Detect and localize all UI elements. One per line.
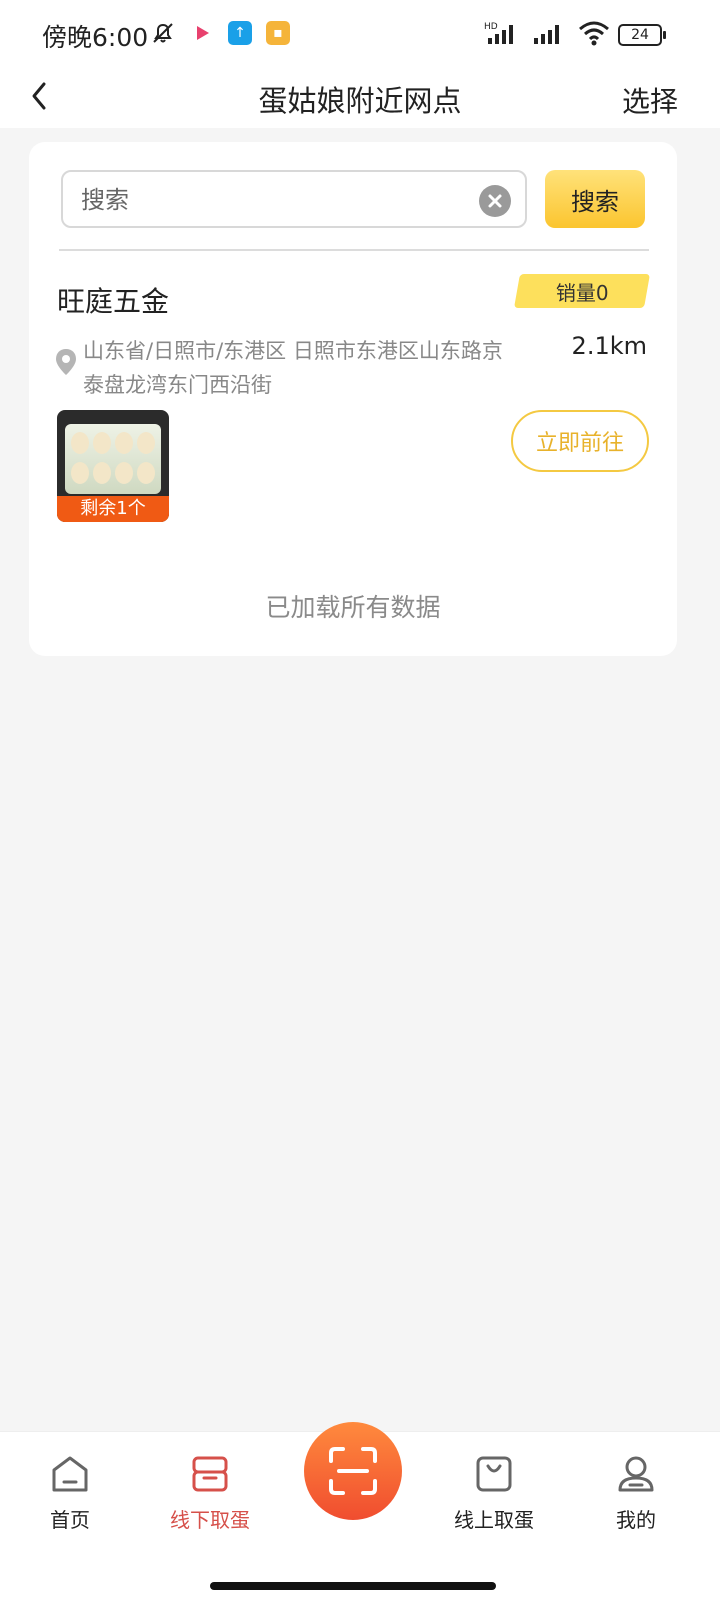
nav-online-label: 线上取蛋 <box>454 1508 534 1532</box>
nav-online-pickup[interactable]: 线上取蛋 <box>434 1452 554 1533</box>
battery-icon: 24 <box>618 24 666 46</box>
remaining-stock-label: 剩余1个 <box>57 496 169 522</box>
scan-button[interactable] <box>304 1422 402 1520</box>
header: 蛋姑娘附近网点 选择 <box>0 70 720 128</box>
nav-home[interactable]: 首页 <box>10 1452 130 1533</box>
home-indicator[interactable] <box>210 1582 496 1590</box>
nav-me[interactable]: 我的 <box>576 1452 696 1533</box>
video-app-icon <box>190 21 214 45</box>
sales-badge-text: 销量0 <box>555 280 609 305</box>
go-now-button[interactable]: 立即前往 <box>511 410 649 472</box>
scan-icon <box>329 1447 377 1495</box>
select-button[interactable]: 选择 <box>622 80 678 120</box>
store-address: 山东省/日照市/东港区 日照市东港区山东路京泰盘龙湾东门西沿街 <box>83 339 503 397</box>
status-system-icons: HD <box>484 20 610 46</box>
user-icon <box>618 1456 654 1492</box>
signal-hd-icon: HD <box>484 22 513 44</box>
sales-badge: 销量0 <box>514 274 650 308</box>
location-pin-icon <box>56 349 76 375</box>
bottom-nav: 首页 线下取蛋 线上取蛋 我的 <box>0 1422 720 1600</box>
status-bar: 傍晚6:00 ↑ ▪ HD 24 <box>0 0 720 70</box>
page-title: 蛋姑娘附近网点 <box>258 84 462 118</box>
status-notification-icons: ↑ ▪ <box>150 20 290 46</box>
store-list-card: 搜索 旺庭五金 销量0 山东省/日照市/东港区 日照市东港区山东路京泰盘龙湾东门… <box>29 142 677 656</box>
nav-offline-pickup[interactable]: 线下取蛋 <box>150 1452 270 1533</box>
bag-icon <box>476 1456 512 1492</box>
svg-text:HD: HD <box>484 22 498 32</box>
wifi-icon <box>579 21 609 46</box>
upload-app-icon: ↑ <box>228 21 252 45</box>
search-input[interactable] <box>79 180 463 220</box>
egg-tray-image <box>65 424 161 494</box>
status-time: 傍晚6:00 <box>42 23 149 52</box>
nav-me-label: 我的 <box>616 1508 656 1532</box>
clear-icon[interactable] <box>479 185 511 217</box>
mute-bell-icon <box>153 23 173 43</box>
product-thumbnail[interactable]: 剩余1个 <box>57 410 169 522</box>
home-icon <box>52 1456 88 1492</box>
divider <box>59 249 649 251</box>
store-name[interactable]: 旺庭五金 <box>57 280 169 320</box>
search-button[interactable]: 搜索 <box>545 170 645 228</box>
signal-icon <box>534 25 559 44</box>
message-app-icon: ▪ <box>266 21 290 45</box>
search-box <box>61 170 527 228</box>
list-end-text: 已加载所有数据 <box>265 593 441 622</box>
nav-offline-label: 线下取蛋 <box>170 1508 250 1532</box>
nav-home-label: 首页 <box>50 1508 90 1532</box>
store-box-icon <box>192 1456 228 1492</box>
store-distance: 2.1km <box>571 332 647 360</box>
